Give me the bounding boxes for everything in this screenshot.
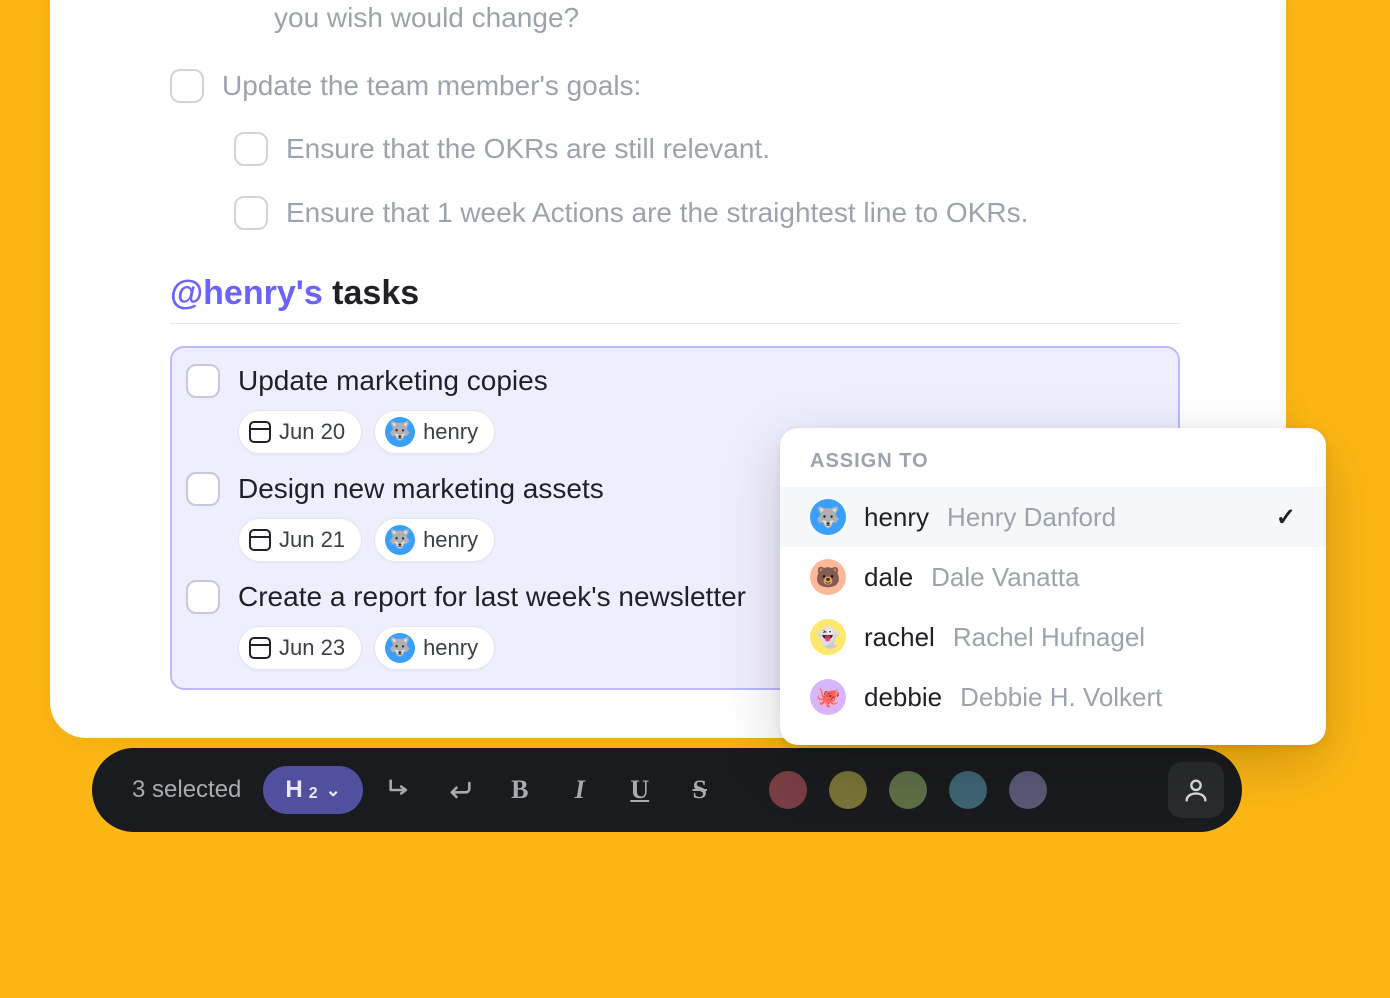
checklist-item: Ensure that the OKRs are still relevant. bbox=[234, 130, 1286, 168]
avatar-icon: 🐙 bbox=[810, 679, 846, 715]
checkbox[interactable] bbox=[234, 196, 268, 230]
heading-dropdown[interactable]: H2 ⌄ bbox=[263, 766, 362, 814]
checklist-label: Update the team member's goals: bbox=[222, 67, 641, 105]
indent-icon bbox=[386, 776, 414, 804]
color-swatch[interactable] bbox=[1009, 771, 1047, 809]
task-date-pill[interactable]: Jun 21 bbox=[238, 518, 362, 562]
task-date: Jun 21 bbox=[279, 527, 345, 553]
heading-level: 2 bbox=[309, 785, 318, 803]
assign-fullname: Debbie H. Volkert bbox=[960, 682, 1162, 713]
assign-username: henry bbox=[864, 502, 929, 533]
check-icon: ✓ bbox=[1276, 503, 1296, 532]
task-assignee-pill[interactable]: 🐺 henry bbox=[374, 410, 495, 454]
return-icon bbox=[446, 776, 474, 804]
color-swatch[interactable] bbox=[769, 771, 807, 809]
avatar-icon: 🐺 bbox=[385, 525, 415, 555]
assign-username: dale bbox=[864, 562, 913, 593]
checkbox[interactable] bbox=[170, 69, 204, 103]
indent-button[interactable] bbox=[377, 767, 423, 813]
task-assignee: henry bbox=[423, 635, 478, 661]
calendar-icon bbox=[249, 421, 271, 443]
assign-username: debbie bbox=[864, 682, 942, 713]
calendar-icon bbox=[249, 637, 271, 659]
heading-letter: H bbox=[285, 776, 302, 804]
formatting-toolbar: 3 selected H2 ⌄ B I U S bbox=[92, 748, 1242, 832]
assign-to-popover: ASSIGN TO 🐺 henry Henry Danford ✓ 🐻 dale… bbox=[780, 428, 1326, 745]
chevron-down-icon: ⌄ bbox=[326, 780, 341, 801]
assign-fullname: Henry Danford bbox=[947, 502, 1116, 533]
assign-fullname: Dale Vanatta bbox=[931, 562, 1079, 593]
task-checkbox[interactable] bbox=[186, 364, 220, 398]
task-checkbox[interactable] bbox=[186, 472, 220, 506]
checklist-item: Ensure that 1 week Actions are the strai… bbox=[234, 194, 1286, 232]
return-button[interactable] bbox=[437, 767, 483, 813]
task-assignee-pill[interactable]: 🐺 henry bbox=[374, 518, 495, 562]
assign-fullname: Rachel Hufnagel bbox=[953, 622, 1145, 653]
task-date-pill[interactable]: Jun 23 bbox=[238, 626, 362, 670]
assign-option[interactable]: 🐙 debbie Debbie H. Volkert bbox=[780, 667, 1326, 727]
assign-button[interactable] bbox=[1168, 762, 1224, 818]
section-heading: @henry's tasks bbox=[170, 274, 1180, 324]
checkbox[interactable] bbox=[234, 132, 268, 166]
avatar-icon: 🐺 bbox=[385, 417, 415, 447]
avatar-icon: 🐻 bbox=[810, 559, 846, 595]
task-assignee: henry bbox=[423, 419, 478, 445]
task-title: Update marketing copies bbox=[238, 365, 548, 397]
color-swatch[interactable] bbox=[829, 771, 867, 809]
avatar-icon: 👻 bbox=[810, 619, 846, 655]
task-title: Design new marketing assets bbox=[238, 473, 604, 505]
color-swatch[interactable] bbox=[889, 771, 927, 809]
avatar-icon: 🐺 bbox=[810, 499, 846, 535]
task-checkbox[interactable] bbox=[186, 580, 220, 614]
task-title: Create a report for last week's newslett… bbox=[238, 581, 746, 613]
user-mention[interactable]: @henry's bbox=[170, 274, 323, 312]
task-assignee: henry bbox=[423, 527, 478, 553]
assign-username: rachel bbox=[864, 622, 935, 653]
bold-button[interactable]: B bbox=[497, 767, 543, 813]
prev-line-fragment: you wish would change? bbox=[274, 0, 1286, 39]
task-date-pill[interactable]: Jun 20 bbox=[238, 410, 362, 454]
popover-title: ASSIGN TO bbox=[780, 450, 1326, 487]
assign-option[interactable]: 👻 rachel Rachel Hufnagel bbox=[780, 607, 1326, 667]
color-swatch[interactable] bbox=[949, 771, 987, 809]
assign-option[interactable]: 🐻 dale Dale Vanatta bbox=[780, 547, 1326, 607]
assign-option[interactable]: 🐺 henry Henry Danford ✓ bbox=[780, 487, 1326, 547]
checklist-label: Ensure that 1 week Actions are the strai… bbox=[286, 194, 1028, 232]
heading-suffix: tasks bbox=[323, 274, 419, 312]
task-date: Jun 23 bbox=[279, 635, 345, 661]
checklist-item: Update the team member's goals: bbox=[170, 67, 1286, 105]
italic-button[interactable]: I bbox=[557, 767, 603, 813]
task-assignee-pill[interactable]: 🐺 henry bbox=[374, 626, 495, 670]
selection-count: 3 selected bbox=[132, 776, 241, 804]
task-date: Jun 20 bbox=[279, 419, 345, 445]
calendar-icon bbox=[249, 529, 271, 551]
checklist-label: Ensure that the OKRs are still relevant. bbox=[286, 130, 770, 168]
strikethrough-button[interactable]: S bbox=[677, 767, 723, 813]
avatar-icon: 🐺 bbox=[385, 633, 415, 663]
underline-button[interactable]: U bbox=[617, 767, 663, 813]
person-icon bbox=[1182, 776, 1210, 804]
